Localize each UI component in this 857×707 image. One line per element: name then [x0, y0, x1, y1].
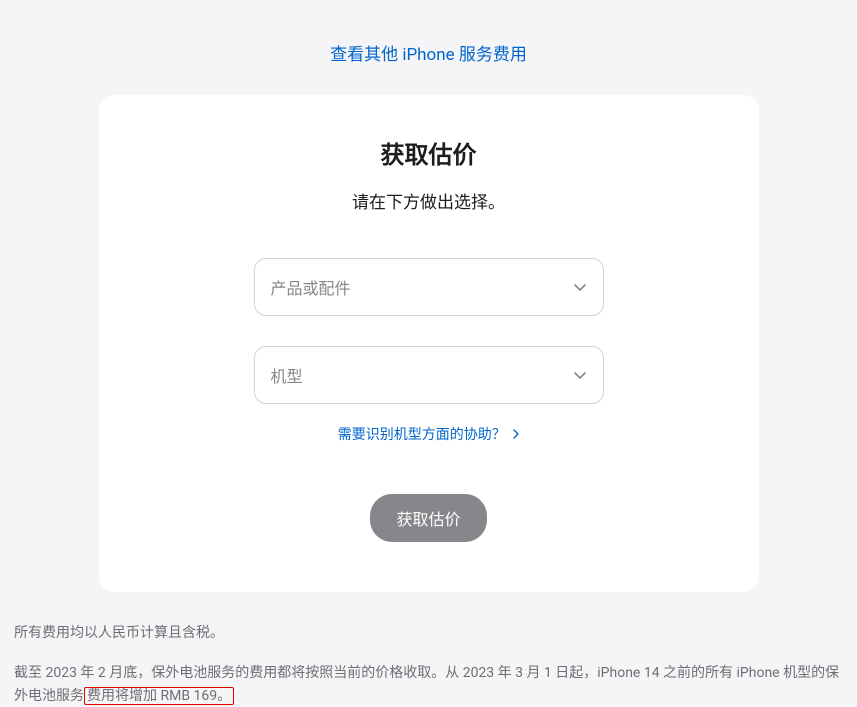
- footer-line-2: 截至 2023 年 2 月底，保外电池服务的费用都将按照当前的价格收取。从 20…: [14, 662, 843, 707]
- top-link-container: 查看其他 iPhone 服务费用: [12, 0, 845, 95]
- help-link-label: 需要识别机型方面的协助？: [338, 427, 506, 443]
- identify-model-help-link[interactable]: 需要识别机型方面的协助？: [338, 427, 519, 443]
- footer-line-1: 所有费用均以人民币计算且含税。: [14, 622, 843, 644]
- product-select-wrap: 产品或配件: [254, 258, 604, 316]
- get-estimate-button[interactable]: 获取估价: [370, 494, 486, 542]
- model-select-placeholder: 机型: [271, 363, 303, 387]
- chevron-down-icon: [573, 280, 587, 294]
- estimate-card: 获取估价 请在下方做出选择。 产品或配件 机型 需要识别机型方面的协助？: [99, 95, 759, 592]
- price-increase-highlight: 费用将增加 RMB 169。: [84, 687, 234, 705]
- model-select[interactable]: 机型: [254, 346, 604, 404]
- chevron-right-icon: [513, 427, 519, 443]
- help-link-container: 需要识别机型方面的协助？: [129, 424, 729, 444]
- model-select-wrap: 机型: [254, 346, 604, 404]
- product-select[interactable]: 产品或配件: [254, 258, 604, 316]
- view-other-services-link[interactable]: 查看其他 iPhone 服务费用: [330, 45, 527, 65]
- card-title: 获取估价: [129, 135, 729, 170]
- footer-text: 所有费用均以人民币计算且含税。 截至 2023 年 2 月底，保外电池服务的费用…: [12, 622, 845, 707]
- card-subtitle: 请在下方做出选择。: [129, 188, 729, 213]
- product-select-placeholder: 产品或配件: [271, 275, 351, 299]
- chevron-down-icon: [573, 368, 587, 382]
